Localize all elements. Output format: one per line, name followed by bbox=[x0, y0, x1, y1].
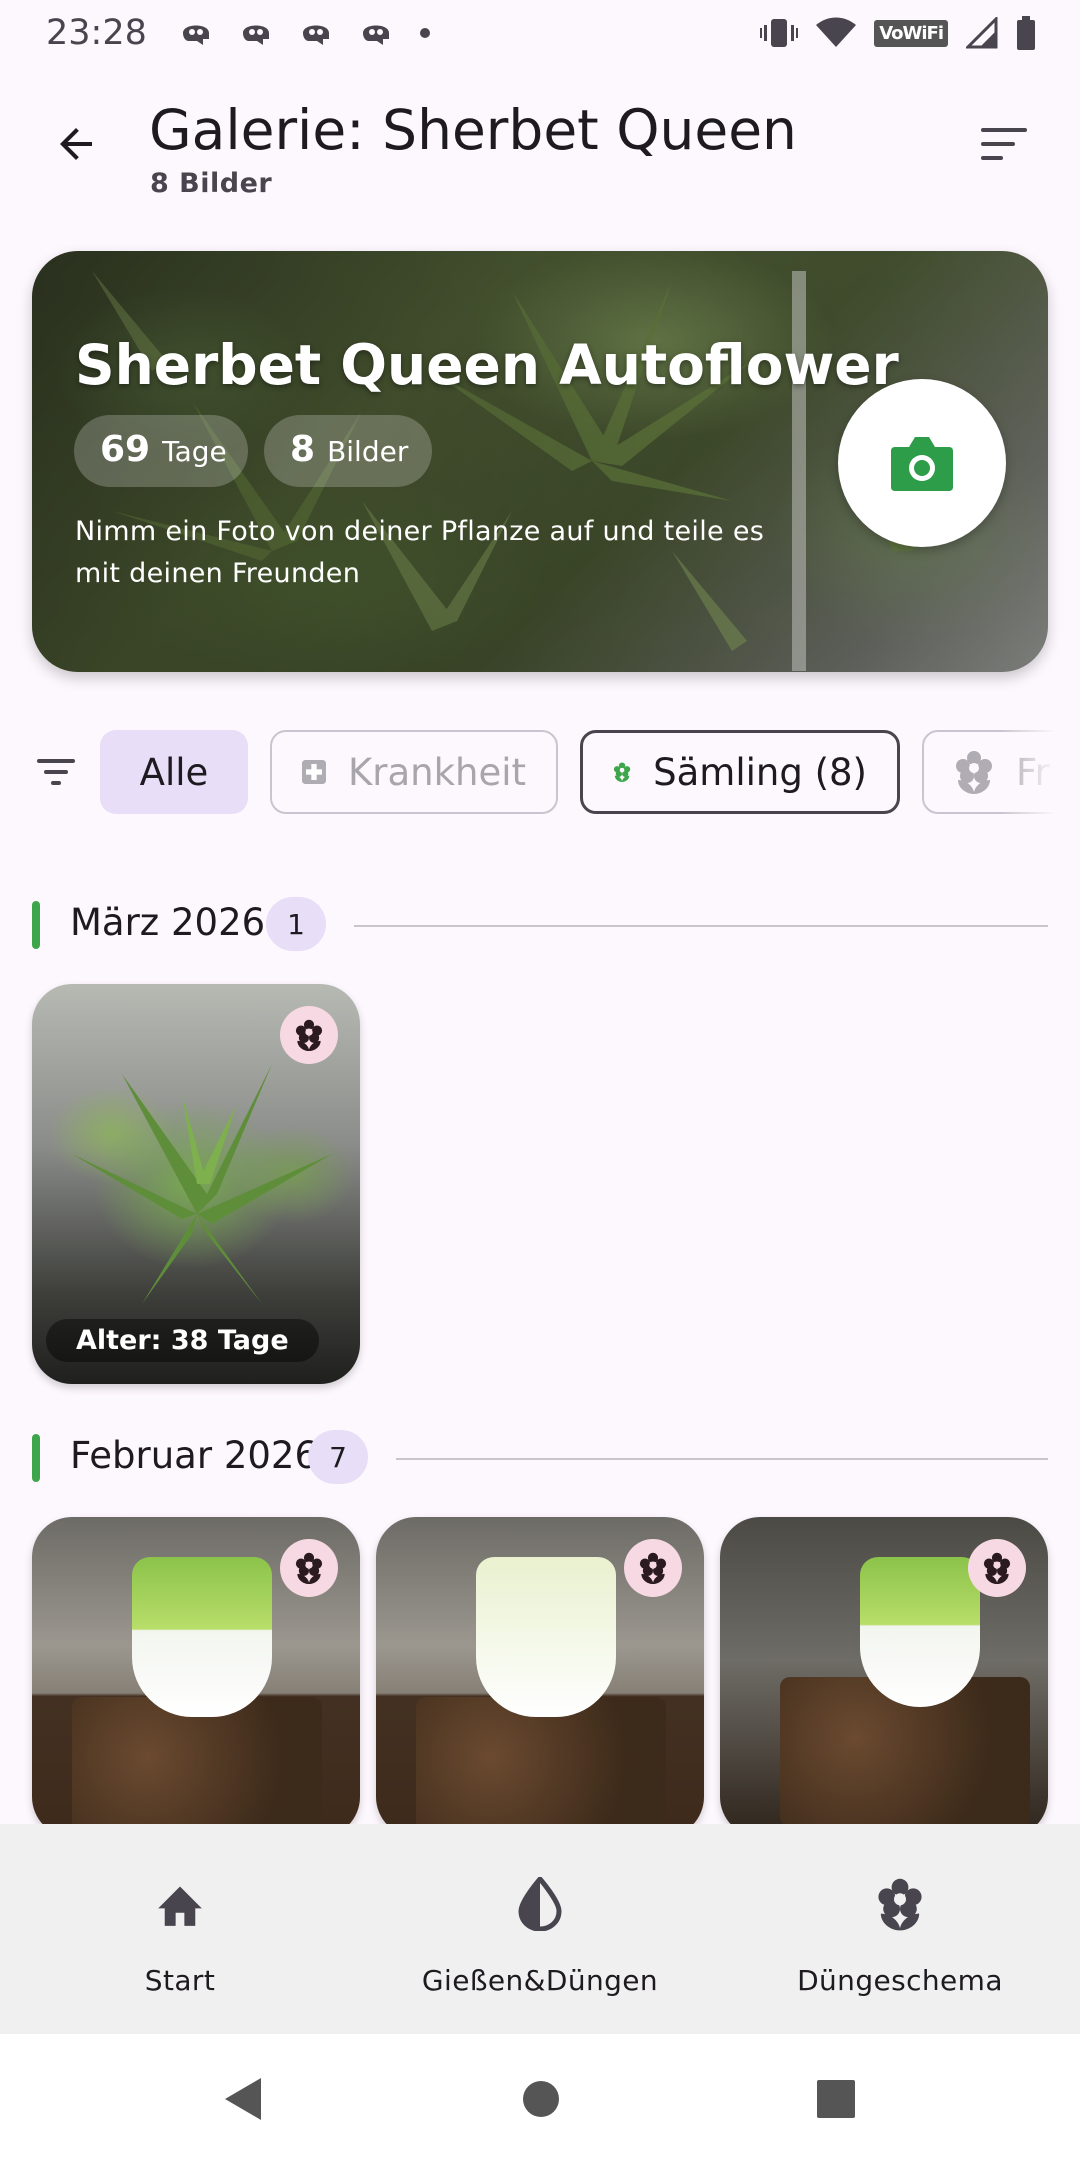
stage-badge bbox=[968, 1539, 1026, 1597]
seedling-flower-icon bbox=[295, 1019, 323, 1051]
section-accent-bar bbox=[32, 1434, 40, 1482]
section-label: Februar 2026 bbox=[70, 1434, 318, 1477]
seed-packet-image bbox=[860, 1557, 980, 1707]
notification-icon bbox=[302, 25, 329, 45]
seedling-flower-icon bbox=[983, 1552, 1011, 1584]
nav-item-label: Gießen&Düngen bbox=[421, 1964, 659, 1997]
soil-pot-image bbox=[72, 1697, 322, 1837]
chip-row-fade bbox=[1000, 730, 1080, 814]
filter-chip-all[interactable]: Alle bbox=[100, 730, 248, 814]
page-subtitle: 8 Bilder bbox=[150, 168, 273, 199]
photo-tile[interactable] bbox=[376, 1517, 704, 1837]
days-value: 69 bbox=[100, 429, 151, 470]
wifi-icon bbox=[816, 17, 857, 47]
square-recents-icon bbox=[817, 2080, 855, 2118]
images-label: Bilder bbox=[327, 435, 409, 468]
battery-icon bbox=[1017, 16, 1035, 50]
section-divider bbox=[354, 925, 1048, 927]
medical-cross-icon bbox=[302, 760, 326, 784]
images-value: 8 bbox=[290, 429, 316, 470]
stage-badge bbox=[280, 1006, 338, 1064]
top-app-bar: Galerie: Sherbet Queen 8 Bilder bbox=[0, 84, 1080, 214]
status-right: VoWiFi bbox=[760, 16, 1036, 50]
seedling-flower-icon bbox=[639, 1552, 667, 1584]
filter-button[interactable] bbox=[32, 748, 80, 796]
status-time: 23:28 bbox=[46, 13, 147, 53]
section-count-badge: 1 bbox=[266, 897, 326, 951]
plant-name: Sherbet Queen Autoflower bbox=[75, 333, 899, 397]
plant-hero-card: Sherbet Queen Autoflower 69 Tage 8 Bilde… bbox=[32, 251, 1048, 672]
nav-item-label: Start bbox=[144, 1964, 216, 1997]
section-header-february: Februar 2026 7 bbox=[32, 1430, 1048, 1486]
more-notifications-dot-icon bbox=[419, 28, 430, 38]
sort-icon bbox=[981, 128, 1027, 160]
photo-age-caption: Alter: 38 Tage bbox=[46, 1319, 319, 1362]
bottom-navigation: Start Gießen&Düngen Düngeschema bbox=[0, 1824, 1080, 2034]
seedling-flower-icon bbox=[295, 1552, 323, 1584]
vowifi-label: VoWiFi bbox=[874, 19, 948, 47]
sort-button[interactable] bbox=[968, 108, 1040, 180]
nav-item-label: Düngeschema bbox=[797, 1964, 1003, 1997]
filter-chip-row: Alle Krankheit Sämling (8) Fr bbox=[0, 730, 1080, 814]
water-drop-icon bbox=[510, 1874, 570, 1934]
page-title: Galerie: Sherbet Queen bbox=[149, 98, 797, 162]
system-recents-button[interactable] bbox=[811, 2074, 861, 2124]
system-navigation-bar bbox=[0, 2034, 1080, 2160]
photo-tile[interactable]: Alter: 38 Tage bbox=[32, 984, 360, 1384]
arrow-back-icon bbox=[60, 128, 92, 160]
system-back-button[interactable] bbox=[218, 2074, 268, 2124]
images-stat-chip: 8 Bilder bbox=[264, 415, 432, 487]
flower-icon bbox=[956, 751, 992, 794]
back-button[interactable] bbox=[40, 108, 112, 180]
nav-item-start[interactable]: Start bbox=[0, 1824, 360, 2034]
hero-description: Nimm ein Foto von deiner Pflanze auf und… bbox=[75, 516, 765, 589]
notification-icon bbox=[182, 25, 209, 45]
system-home-button[interactable] bbox=[516, 2074, 566, 2124]
stage-badge bbox=[624, 1539, 682, 1597]
filter-list-icon bbox=[37, 759, 75, 785]
status-left: 23:28 bbox=[46, 13, 431, 53]
cellular-signal-icon bbox=[966, 17, 998, 49]
days-stat-chip: 69 Tage bbox=[74, 415, 248, 487]
vibrate-icon bbox=[760, 19, 799, 47]
section-accent-bar bbox=[32, 901, 40, 949]
days-label: Tage bbox=[162, 435, 227, 468]
filter-chip-label: Alle bbox=[139, 750, 209, 794]
notification-icon bbox=[242, 25, 269, 45]
circle-home-icon bbox=[523, 2081, 559, 2117]
seed-packet-image bbox=[476, 1557, 616, 1717]
seedling-flower-icon bbox=[613, 762, 631, 782]
filter-chip-label: Krankheit bbox=[347, 750, 526, 794]
section-label: März 2026 bbox=[70, 901, 266, 944]
filter-chip-disease[interactable]: Krankheit bbox=[270, 730, 558, 814]
status-bar: 23:28 VoWiFi bbox=[0, 0, 1080, 66]
section-count-badge: 7 bbox=[308, 1430, 368, 1484]
nav-item-watering[interactable]: Gießen&Düngen bbox=[360, 1824, 720, 2034]
camera-icon bbox=[891, 437, 953, 491]
notification-icons bbox=[179, 19, 431, 47]
filter-chip-seedling[interactable]: Sämling (8) bbox=[580, 730, 900, 814]
take-photo-button[interactable] bbox=[838, 379, 1006, 547]
triangle-back-icon bbox=[225, 2078, 261, 2120]
photo-tile[interactable] bbox=[32, 1517, 360, 1837]
soil-pot-image bbox=[416, 1697, 666, 1837]
seed-packet-image bbox=[132, 1557, 272, 1717]
home-icon bbox=[150, 1874, 210, 1934]
filter-chip-label: Sämling (8) bbox=[653, 750, 867, 794]
flower-icon bbox=[870, 1874, 930, 1934]
notification-icon bbox=[362, 25, 389, 45]
nav-item-fertilizer-schedule[interactable]: Düngeschema bbox=[720, 1824, 1080, 2034]
photo-tile[interactable] bbox=[720, 1517, 1048, 1837]
section-header-march: März 2026 1 bbox=[32, 897, 1048, 953]
stage-badge bbox=[280, 1539, 338, 1597]
section-divider bbox=[396, 1458, 1048, 1460]
